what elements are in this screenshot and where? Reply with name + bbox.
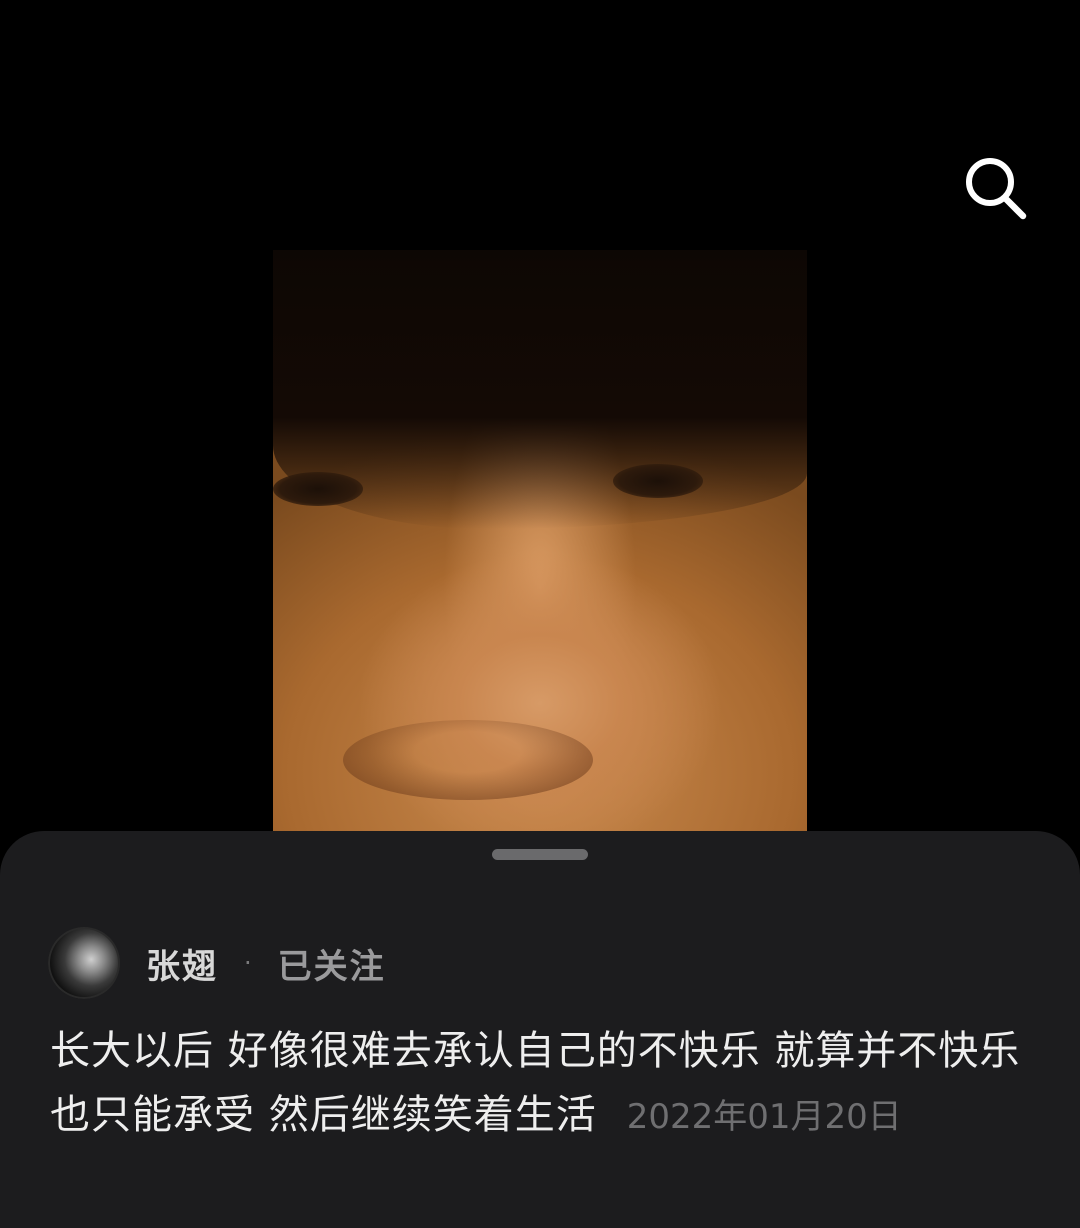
author-row: 张翅 · 已关注: [48, 927, 386, 999]
video-player[interactable]: [273, 250, 807, 831]
video-content-eye-left: [273, 472, 363, 506]
description-sheet[interactable]: 张翅 · 已关注 长大以后 好像很难去承认自己的不快乐 就算并不快乐 也只能承受…: [0, 831, 1080, 1228]
follow-status[interactable]: 已关注: [278, 939, 386, 988]
post-caption: 长大以后 好像很难去承认自己的不快乐 就算并不快乐 也只能承受 然后继续笑着生活…: [50, 1019, 1025, 1149]
avatar[interactable]: [48, 927, 120, 999]
post-date: 2022年01月20日: [626, 1097, 902, 1137]
video-detail-screen: 张翅 · 已关注 长大以后 好像很难去承认自己的不快乐 就算并不快乐 也只能承受…: [0, 0, 1080, 1228]
search-button[interactable]: [958, 150, 1034, 226]
sheet-drag-handle[interactable]: [492, 849, 588, 860]
author-name[interactable]: 张翅: [146, 939, 218, 988]
search-icon: [966, 158, 1027, 220]
video-content-nose: [343, 720, 593, 800]
video-content-eye-right: [613, 464, 703, 498]
separator-dot: ·: [244, 949, 252, 977]
